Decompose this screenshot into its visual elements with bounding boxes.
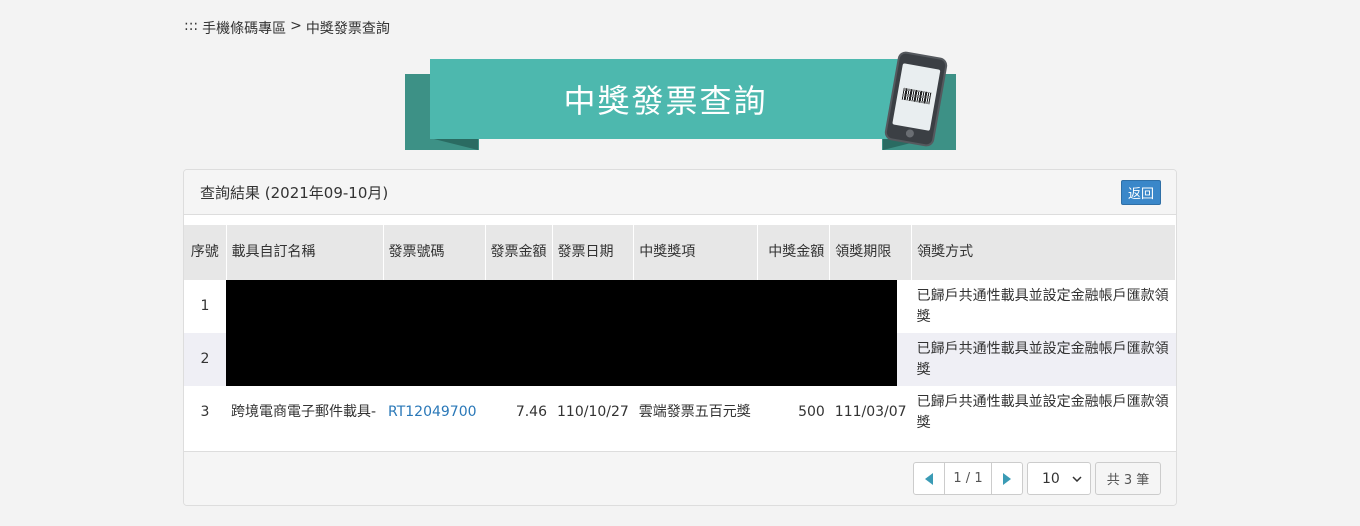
- redaction-block: [226, 280, 897, 386]
- barcode-icon: [901, 87, 932, 105]
- cell-invoice-no[interactable]: RT12049700: [383, 386, 485, 439]
- col-header-amount: 發票金額: [485, 225, 553, 280]
- page-banner: 中獎發票查詢: [405, 50, 956, 150]
- breadcrumb-item-barcode-zone[interactable]: 手機條碼專區: [202, 18, 286, 38]
- col-header-method: 領獎方式: [911, 225, 1176, 280]
- col-header-prize-amount: 中獎金額: [757, 225, 831, 280]
- cell-prize: 雲端發票五百元獎: [638, 404, 751, 420]
- next-page-button[interactable]: [992, 463, 1022, 494]
- breadcrumb-separator: >: [290, 18, 302, 34]
- cell-no: 3: [200, 404, 210, 420]
- table-header-row: 序號 載具自訂名稱 發票號碼 發票金額 發票日期 中獎獎項 中獎金額 領獎期限 …: [184, 225, 1176, 280]
- panel-header: 查詢結果 (2021年09-10月) 返回: [184, 170, 1176, 215]
- triangle-left-icon: [925, 472, 933, 485]
- cell-deadline: 111/03/07: [834, 404, 907, 420]
- col-header-invoice-no: 發票號碼: [383, 225, 486, 280]
- page-indicator: 1 / 1: [944, 463, 992, 494]
- chevron-down-icon: [1072, 475, 1082, 482]
- back-button[interactable]: 返回: [1120, 179, 1161, 205]
- cell-method: 已歸戶共通性載具並設定金融帳戶匯款領獎: [916, 393, 1169, 431]
- cell-method: 已歸戶共通性載具並設定金融帳戶匯款領獎: [911, 333, 1176, 386]
- col-header-no: 序號: [184, 225, 227, 280]
- panel-footer: 1 / 1 10 共 3 筆: [184, 451, 1176, 505]
- col-header-carrier-name: 載具自訂名稱: [226, 225, 384, 280]
- cell-carrier-name: 跨境電商電子郵件載具-: [231, 404, 377, 420]
- cell-no: 1: [200, 298, 210, 314]
- cell-no: 2: [184, 333, 226, 386]
- cell-date: 110/10/27: [557, 404, 629, 420]
- breadcrumb-prefix: :::: [184, 18, 199, 34]
- phone-screen: [892, 63, 941, 131]
- invoice-link[interactable]: RT12049700: [388, 404, 477, 420]
- col-header-deadline: 領獎期限: [829, 225, 913, 280]
- page-size-select[interactable]: 10: [1027, 462, 1091, 495]
- phone-button: [905, 128, 915, 139]
- page-title: 中獎發票查詢: [563, 82, 768, 120]
- breadcrumb: ::: 手機條碼專區 > 中獎發票查詢: [184, 18, 390, 38]
- panel-title: 查詢結果 (2021年09-10月): [200, 183, 389, 202]
- triangle-right-icon: [1003, 472, 1011, 485]
- total-count: 共 3 筆: [1095, 462, 1161, 495]
- results-panel: 查詢結果 (2021年09-10月) 返回 序號 載具自訂名稱 發票號碼 發票金…: [183, 169, 1177, 506]
- banner-fold-left: [430, 138, 478, 150]
- table-row: 3 跨境電商電子郵件載具- RT12049700 7.46 110/10/27 …: [184, 386, 1176, 439]
- breadcrumb-item-current: 中獎發票查詢: [305, 21, 390, 37]
- page-size-value: 10: [1042, 470, 1060, 487]
- prev-page-button[interactable]: [914, 463, 944, 494]
- cell-amount: 7.46: [515, 404, 547, 420]
- col-header-date: 發票日期: [552, 225, 635, 280]
- cell-prize-amount: 500: [798, 404, 825, 420]
- pagination: 1 / 1 10 共 3 筆: [913, 462, 1161, 495]
- page-nav: 1 / 1: [913, 462, 1023, 495]
- col-header-prize: 中獎獎項: [633, 225, 759, 280]
- cell-method: 已歸戶共通性載具並設定金融帳戶匯款領獎: [916, 287, 1169, 325]
- banner-main: 中獎發票查詢: [430, 59, 931, 139]
